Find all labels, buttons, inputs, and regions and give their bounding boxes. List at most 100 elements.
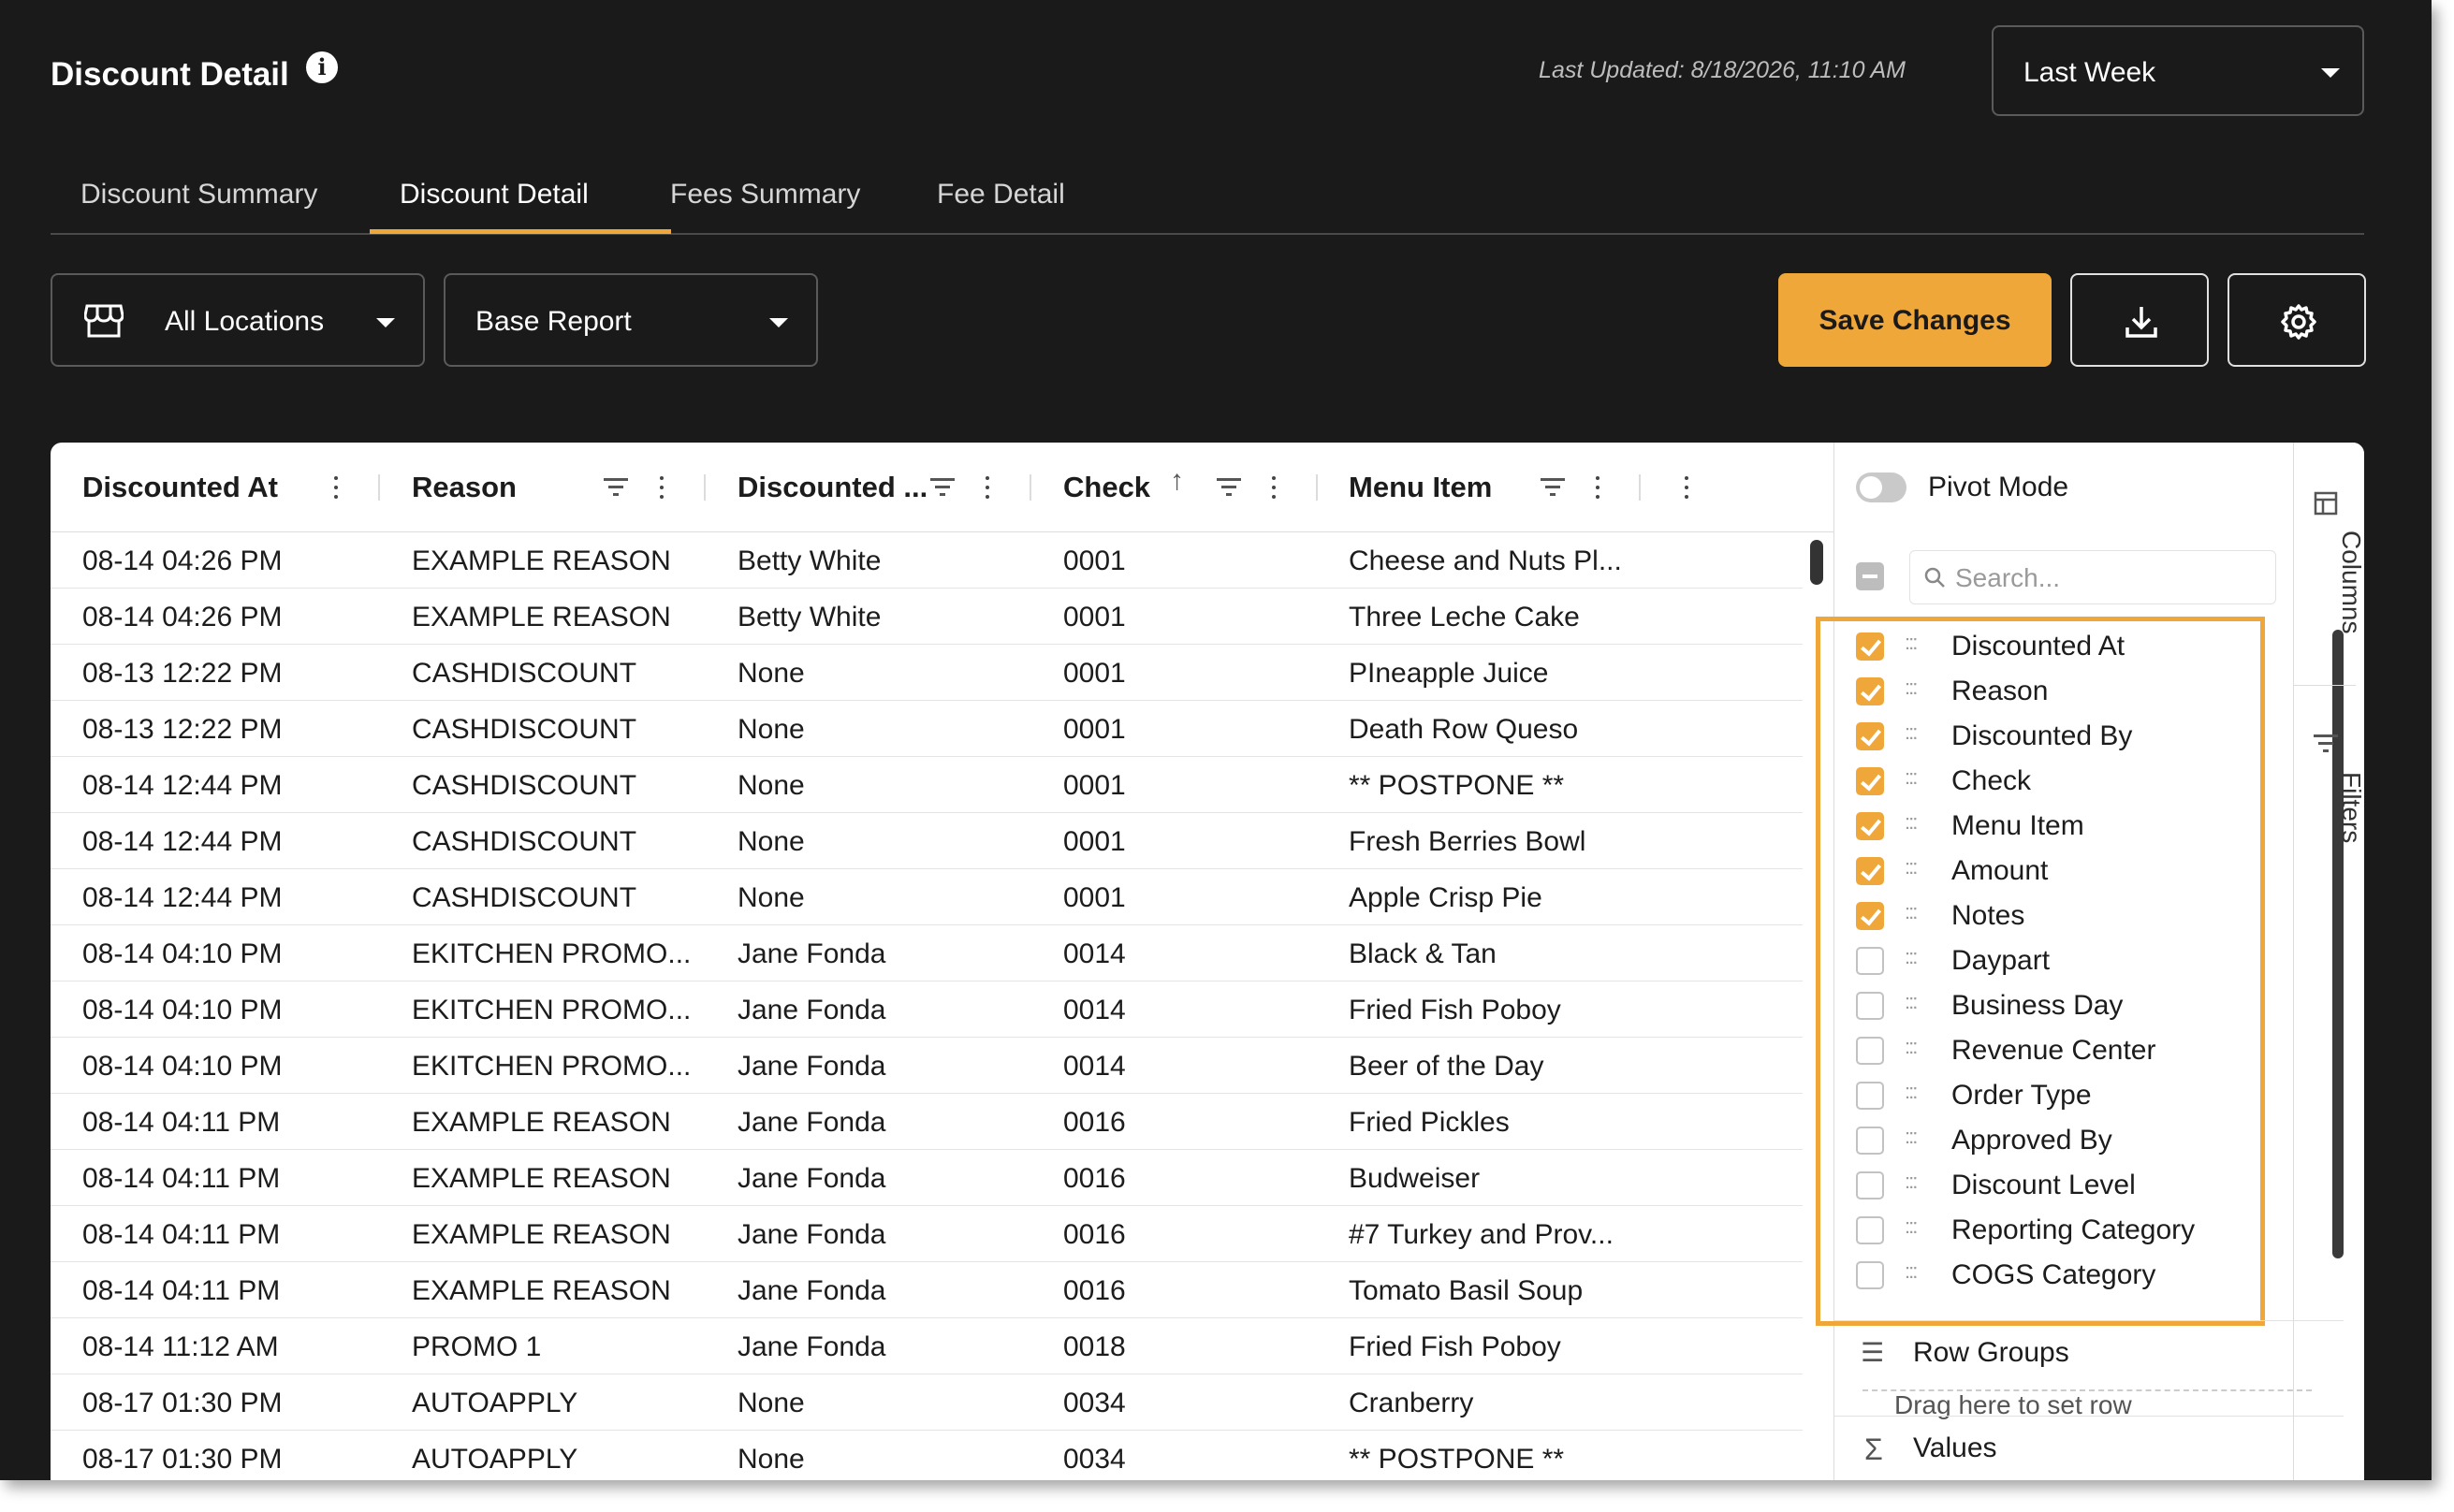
column-menu-icon[interactable] (1595, 474, 1600, 501)
table-row[interactable]: 08-14 04:11 PM EXAMPLE REASON Jane Fonda 00… (51, 1206, 1803, 1262)
column-visibility-checkbox[interactable] (1856, 902, 1884, 930)
column-menu-icon[interactable] (1684, 474, 1689, 501)
tab-fees-summary[interactable]: Fees Summary (670, 179, 860, 211)
drag-handle-icon[interactable]: ::: (1905, 720, 1918, 745)
drag-handle-icon[interactable]: ::: (1905, 765, 1918, 790)
select-all-columns-checkbox[interactable] (1856, 562, 1884, 590)
column-search-input[interactable] (1955, 562, 2264, 594)
grid-scrollbar[interactable] (1810, 540, 1823, 585)
sort-ascending-icon[interactable]: ↑ (1170, 465, 1184, 497)
table-row[interactable]: 08-14 12:44 PM CASHDISCOUNT None 0001 Fresh … (51, 813, 1803, 869)
column-menu-icon[interactable] (659, 474, 665, 501)
column-list-item[interactable]: ::: Reason (1820, 668, 2251, 713)
column-list-item[interactable]: ::: Business Day (1820, 982, 2251, 1027)
table-row[interactable]: 08-17 01:30 PM AUTOAPPLY None 0034 Cranberry (51, 1374, 1803, 1431)
pivot-mode-toggle[interactable] (1856, 472, 1906, 502)
table-row[interactable]: 08-14 04:10 PM EKITCHEN PROMO... Jane Fond… (51, 925, 1803, 981)
column-list-item[interactable]: ::: Menu Item (1820, 803, 2251, 848)
download-button[interactable] (2070, 273, 2209, 367)
table-row[interactable]: 08-14 04:10 PM EKITCHEN PROMO... Jane Fond… (51, 1038, 1803, 1094)
column-menu-icon[interactable] (333, 474, 339, 501)
info-icon[interactable]: i (306, 51, 338, 83)
table-row[interactable]: 08-14 12:44 PM CASHDISCOUNT None 0001 ** POS… (51, 757, 1803, 813)
drag-handle-icon[interactable]: ::: (1905, 1170, 1918, 1194)
column-resize-handle[interactable] (1316, 474, 1318, 501)
settings-button[interactable] (2228, 273, 2366, 367)
drag-handle-icon[interactable]: ::: (1905, 1125, 1918, 1149)
column-list-item[interactable]: ::: Check (1820, 758, 2251, 803)
column-visibility-checkbox[interactable] (1856, 632, 1884, 661)
column-visibility-checkbox[interactable] (1856, 1127, 1884, 1155)
column-visibility-checkbox[interactable] (1856, 1037, 1884, 1065)
table-row[interactable]: 08-17 01:30 PM AUTOAPPLY None 0034 ** POSTPO… (51, 1431, 1803, 1480)
save-changes-button[interactable]: Save Changes (1778, 273, 2052, 367)
column-resize-handle[interactable] (378, 474, 380, 501)
column-visibility-checkbox[interactable] (1856, 1171, 1884, 1199)
column-list-item[interactable]: ::: Daypart (1820, 938, 2251, 982)
tab-filters[interactable]: Filters (2293, 686, 2364, 873)
table-row[interactable]: 08-14 04:26 PM EXAMPLE REASON Betty White 0… (51, 532, 1803, 589)
column-list-item[interactable]: ::: Discount Level (1820, 1162, 2251, 1207)
drag-handle-icon[interactable]: ::: (1905, 1035, 1918, 1059)
column-header-menu-item[interactable]: Menu Item (1349, 471, 1492, 504)
tab-columns[interactable]: Columns (2293, 443, 2364, 686)
column-menu-icon[interactable] (985, 474, 990, 501)
drag-handle-icon[interactable]: ::: (1905, 1214, 1918, 1239)
filter-icon[interactable] (1541, 478, 1565, 497)
column-visibility-checkbox[interactable] (1856, 992, 1884, 1020)
column-visibility-checkbox[interactable] (1856, 767, 1884, 795)
filter-icon[interactable] (604, 478, 628, 497)
column-list-item[interactable]: ::: Notes (1820, 893, 2251, 938)
column-header-check[interactable]: Check (1063, 471, 1150, 504)
drag-handle-icon[interactable]: ::: (1905, 1259, 1918, 1284)
column-visibility-checkbox[interactable] (1856, 1082, 1884, 1110)
column-visibility-checkbox[interactable] (1856, 812, 1884, 840)
table-row[interactable]: 08-14 04:11 PM EXAMPLE REASON Jane Fonda 00… (51, 1150, 1803, 1206)
drag-handle-icon[interactable]: ::: (1905, 900, 1918, 924)
column-header-discounted-by[interactable]: Discounted ... (738, 471, 928, 504)
drag-handle-icon[interactable]: ::: (1905, 945, 1918, 969)
column-list-item[interactable]: ::: COGS Category (1820, 1252, 2251, 1297)
tab-discount-summary[interactable]: Discount Summary (80, 179, 317, 211)
column-list-item[interactable]: ::: Reporting Category (1820, 1207, 2251, 1252)
date-range-select[interactable]: Last Week (1992, 25, 2364, 116)
table-row[interactable]: 08-14 04:11 PM EXAMPLE REASON Jane Fonda 00… (51, 1094, 1803, 1150)
column-menu-icon[interactable] (1271, 474, 1277, 501)
table-row[interactable]: 08-14 04:26 PM EXAMPLE REASON Betty White 0… (51, 589, 1803, 645)
column-list-item[interactable]: ::: Order Type (1820, 1072, 2251, 1117)
column-list-item[interactable]: ::: Approved By (1820, 1117, 2251, 1162)
drag-handle-icon[interactable]: ::: (1905, 631, 1918, 655)
column-resize-handle[interactable] (704, 474, 706, 501)
column-list-item[interactable]: ::: Discounted By (1820, 713, 2251, 758)
table-row[interactable]: 08-14 11:12 AM PROMO 1 Jane Fonda 0018 Fried… (51, 1318, 1803, 1374)
drag-handle-icon[interactable]: ::: (1905, 1080, 1918, 1104)
filter-icon[interactable] (1217, 478, 1241, 497)
tab-fee-detail[interactable]: Fee Detail (937, 179, 1065, 211)
filter-icon[interactable] (930, 478, 955, 497)
drag-handle-icon[interactable]: ::: (1905, 810, 1918, 835)
drag-handle-icon[interactable]: ::: (1905, 676, 1918, 700)
column-list-item[interactable]: ::: Discounted At (1820, 623, 2251, 668)
table-row[interactable]: 08-13 12:22 PM CASHDISCOUNT None 0001 Death … (51, 701, 1803, 757)
location-select[interactable]: All Locations (51, 273, 425, 367)
column-header-reason[interactable]: Reason (412, 471, 517, 504)
report-select[interactable]: Base Report (444, 273, 818, 367)
column-visibility-checkbox[interactable] (1856, 947, 1884, 975)
drag-handle-icon[interactable]: ::: (1905, 990, 1918, 1014)
column-visibility-checkbox[interactable] (1856, 1216, 1884, 1244)
table-row[interactable]: 08-14 04:11 PM EXAMPLE REASON Jane Fonda 00… (51, 1262, 1803, 1318)
tab-discount-detail[interactable]: Discount Detail (400, 179, 589, 211)
column-visibility-checkbox[interactable] (1856, 857, 1884, 885)
table-row[interactable]: 08-13 12:22 PM CASHDISCOUNT None 0001 PIneap… (51, 645, 1803, 701)
column-visibility-checkbox[interactable] (1856, 722, 1884, 750)
table-row[interactable]: 08-14 12:44 PM CASHDISCOUNT None 0001 Apple … (51, 869, 1803, 925)
drag-handle-icon[interactable]: ::: (1905, 855, 1918, 880)
column-list-item[interactable]: ::: Revenue Center (1820, 1027, 2251, 1072)
column-header-discounted-at[interactable]: Discounted At (82, 471, 278, 504)
column-visibility-checkbox[interactable] (1856, 1261, 1884, 1289)
column-visibility-checkbox[interactable] (1856, 677, 1884, 705)
column-resize-handle[interactable] (1639, 474, 1641, 501)
table-row[interactable]: 08-14 04:10 PM EKITCHEN PROMO... Jane Fond… (51, 981, 1803, 1038)
column-resize-handle[interactable] (1030, 474, 1031, 501)
column-list-item[interactable]: ::: Amount (1820, 848, 2251, 893)
